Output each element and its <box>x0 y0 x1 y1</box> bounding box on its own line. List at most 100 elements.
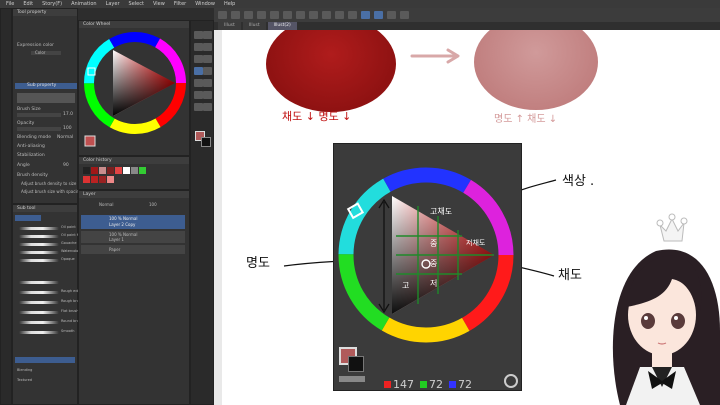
subtool2-item-6[interactable]: Textured <box>17 378 32 382</box>
history-swatch-8[interactable] <box>139 167 146 174</box>
history-swatch-5[interactable] <box>115 167 122 174</box>
subtool2-item-2[interactable]: Flat brush <box>61 309 79 313</box>
hand-icon[interactable] <box>203 31 212 39</box>
subtool-stroke-7[interactable] <box>19 291 59 294</box>
blue-value: 72 <box>458 378 472 391</box>
history-swatch-4[interactable] <box>107 167 114 174</box>
redo-icon[interactable] <box>270 11 279 19</box>
subtool-stroke-3[interactable] <box>19 243 59 246</box>
background-color-swatch[interactable] <box>348 356 364 372</box>
cell-label-right: 저채도 <box>466 239 486 247</box>
sub-color-swatch[interactable] <box>201 137 211 147</box>
menu-help[interactable]: Help <box>224 0 235 8</box>
layer-row-paper[interactable] <box>81 245 185 254</box>
clear-icon[interactable] <box>283 11 292 19</box>
new-icon[interactable] <box>218 11 227 19</box>
subtool-stroke-4[interactable] <box>19 251 59 254</box>
mini-color-wheel[interactable] <box>79 28 191 156</box>
menu-layer[interactable]: Layer <box>106 0 120 8</box>
tab-illust-3[interactable]: Illust(2) <box>267 22 297 30</box>
color-history-title: Color history <box>79 157 189 164</box>
pen-icon[interactable] <box>203 55 212 63</box>
invert-icon[interactable] <box>335 11 344 19</box>
green-square-icon <box>420 381 427 388</box>
eraser-icon[interactable] <box>203 67 212 75</box>
subtool-stroke-2[interactable] <box>19 235 59 238</box>
menu-animation[interactable]: Animation <box>71 0 97 8</box>
big-color-wheel[interactable] <box>334 144 523 344</box>
adjust-spacing-label[interactable]: Adjust brush size with spacing <box>21 189 82 194</box>
history-swatch-9[interactable] <box>83 176 90 183</box>
history-swatch-6[interactable] <box>123 167 130 174</box>
menu-window[interactable]: Window <box>195 0 215 8</box>
crop-icon[interactable] <box>348 11 357 19</box>
swap-color-icon[interactable] <box>339 376 365 382</box>
subtool-stroke-6[interactable] <box>19 281 59 284</box>
transform-icon[interactable] <box>309 11 318 19</box>
menu-story[interactable]: Story(F) <box>42 0 62 8</box>
menu-filter[interactable]: Filter <box>174 0 186 8</box>
command-bar <box>214 8 720 22</box>
layer-opacity[interactable]: 100 <box>149 202 157 207</box>
opacity-slider[interactable] <box>17 127 61 131</box>
subtool-stroke-1[interactable] <box>19 227 59 230</box>
move-icon[interactable] <box>194 43 203 51</box>
settings-icon[interactable] <box>400 11 409 19</box>
fill-tool-icon[interactable] <box>203 79 212 87</box>
adjust-size-label[interactable]: Adjust brush density to size <box>21 181 76 186</box>
subtool-item-3[interactable]: Gouache <box>61 241 77 245</box>
left-blob-caption: 채도 ↓ 명도 ↓ <box>282 110 352 123</box>
menu-view[interactable]: View <box>153 0 165 8</box>
subtool-group-tab[interactable] <box>15 215 41 221</box>
menu-file[interactable]: File <box>6 0 14 8</box>
subtool-stroke-10[interactable] <box>19 321 59 324</box>
zoom-icon[interactable] <box>194 31 203 39</box>
canvas-tabs: Illust Illust Illust(2) <box>214 22 720 30</box>
subtool2-item-5[interactable]: Blending <box>17 368 32 372</box>
history-swatch-12[interactable] <box>107 176 114 183</box>
muted-pink-blob <box>474 30 598 110</box>
undo-icon[interactable] <box>257 11 266 19</box>
color-wheel-mode-icon[interactable] <box>504 374 518 388</box>
menu-select[interactable]: Select <box>129 0 144 8</box>
blend-icon[interactable] <box>194 79 203 87</box>
brush-icon[interactable] <box>194 67 203 75</box>
select-icon[interactable] <box>203 43 212 51</box>
balloon-icon[interactable] <box>203 103 212 111</box>
gradient-icon[interactable] <box>194 91 203 99</box>
figure-icon[interactable] <box>203 91 212 99</box>
tab-illust-1[interactable]: Illust <box>218 22 241 30</box>
subtool2-item-4[interactable]: Smooth <box>61 329 75 333</box>
history-swatch-2[interactable] <box>91 167 98 174</box>
tab-illust-2[interactable]: Illust <box>242 22 266 30</box>
history-swatch-1[interactable] <box>83 167 90 174</box>
snap-grid-icon[interactable] <box>374 11 383 19</box>
open-icon[interactable] <box>231 11 240 19</box>
brush-size-label: Brush Size <box>17 107 41 112</box>
history-swatch-10[interactable] <box>91 176 98 183</box>
layer-blend-mode[interactable]: Normal <box>99 202 113 207</box>
snap-ruler-icon[interactable] <box>361 11 370 19</box>
snap-special-icon[interactable] <box>387 11 396 19</box>
history-swatch-11[interactable] <box>99 176 106 183</box>
subtool-stroke-5[interactable] <box>19 259 59 262</box>
cell-label-mid-left: 중 <box>430 239 438 248</box>
subtool-item-5[interactable]: Opaque <box>61 257 75 261</box>
save-icon[interactable] <box>244 11 253 19</box>
tool-settings-header <box>15 357 75 363</box>
menu-edit[interactable]: Edit <box>23 0 33 8</box>
deselect-icon[interactable] <box>322 11 331 19</box>
history-swatch-3[interactable] <box>99 167 106 174</box>
subtool-stroke-9[interactable] <box>19 311 59 314</box>
blending-value[interactable]: Normal <box>57 135 73 140</box>
subtool-stroke-8[interactable] <box>19 301 59 304</box>
text-icon[interactable] <box>194 103 203 111</box>
subtool-item-1[interactable]: Oil paint <box>61 225 76 229</box>
brush-preview <box>17 93 75 103</box>
brush-size-slider[interactable] <box>17 113 61 117</box>
sub-property-title: Sub property <box>27 83 57 88</box>
fill-icon[interactable] <box>296 11 305 19</box>
eyedropper-icon[interactable] <box>194 55 203 63</box>
subtool-stroke-11[interactable] <box>19 331 59 334</box>
history-swatch-7[interactable] <box>131 167 138 174</box>
